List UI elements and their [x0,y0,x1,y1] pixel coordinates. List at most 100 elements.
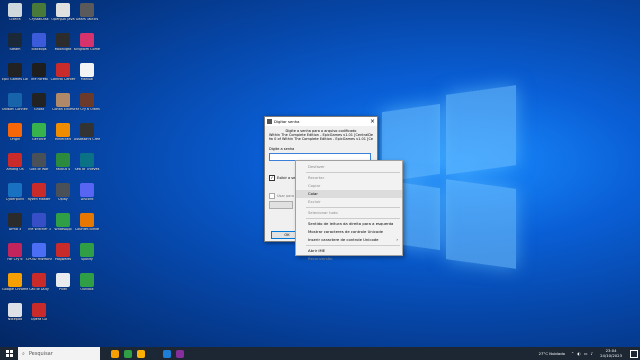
menu-item[interactable]: Abrir IME [296,247,402,255]
menu-separator [306,207,400,208]
desktop-shortcut[interactable]: Arma 3 [2,213,28,232]
desktop-shortcut[interactable]: Kingdom Come [74,33,100,52]
desktop-shortcut[interactable]: CrystalDisk [26,3,52,22]
menu-item[interactable]: Colar [296,190,402,198]
weather-widget[interactable]: 27°C Nublado [539,351,565,356]
taskbar-search[interactable]: ⌕ Pesquisar [18,347,100,360]
clock-date: 24/10/2023 [600,352,622,358]
desktop-icon-grid: Lixeira CrystalDisk OpenJDK Java Gears Tact… [0,0,110,340]
desktop-shortcut[interactable]: Ryzen Master [26,183,52,202]
shortcut-icon [8,123,22,137]
shortcut-icon [32,63,46,77]
desktop-shortcut[interactable]: Minecraft [50,123,76,142]
desktop-shortcut[interactable]: Sea of Thieves [74,153,100,172]
organize-passwords-button[interactable] [269,200,293,209]
app-glyph [110,349,119,358]
desktop-shortcut[interactable]: Call of Duty [26,273,52,292]
desktop-shortcut[interactable]: Outlook [74,273,100,292]
shortcut-label: Ubisoft Connect [2,108,28,111]
desktop-shortcut[interactable]: Pixel [50,273,76,292]
shortcut-icon [80,183,94,197]
desktop-shortcut[interactable]: Hogwarts [50,243,76,262]
desktop-shortcut[interactable]: Epic Games Launcher [2,63,28,82]
desktop-shortcut[interactable]: Cyberpunk [2,183,28,202]
desktop-shortcut[interactable]: Ubisoft Connect [2,93,28,112]
shortcut-icon [56,63,70,77]
menu-item[interactable]: Mostrar caracteres de controle Unicode [296,228,402,236]
desktop-shortcut[interactable]: Opera GX [26,303,52,322]
desktop-shortcut[interactable]: Counter-Strike [74,213,100,232]
desktop-shortcut[interactable]: GeForce [26,123,52,142]
shortcut-icon [56,153,70,167]
shortcut-label: Control Center [50,78,76,81]
shortcut-icon [80,93,94,107]
file-explorer-icon[interactable] [134,347,147,360]
desktop-shortcut[interactable]: Spotify [74,243,100,262]
desktop-shortcut[interactable]: Origin [2,123,28,142]
shortcut-icon [56,243,70,257]
desktop-shortcut[interactable]: Gears Tactics [74,3,100,22]
desktop-shortcut[interactable]: Lixeira [2,3,28,22]
shortcut-icon [32,183,46,197]
shortcut-label: God of War [29,168,49,171]
app-glyph [175,349,184,358]
shortcut-icon [56,123,70,137]
whatsapp-icon[interactable] [121,347,134,360]
desktop-shortcut[interactable]: Steam [2,33,28,52]
menu-item-label: Sentido de leitura da direita para a esq… [308,221,394,226]
shortcut-label: Fallout 4 [55,168,71,171]
desktop-shortcut[interactable]: Notepad [2,303,28,322]
shortcut-icon [80,243,94,257]
edge-icon[interactable] [160,347,173,360]
desktop-shortcut[interactable]: God of War [26,153,52,172]
desktop-shortcut[interactable]: Ghost [26,93,52,112]
shortcut-label: Gears Tactics [75,18,99,21]
shortcut-icon [8,33,22,47]
checkbox-empty-icon [269,192,275,199]
winrar-icon[interactable] [173,347,186,360]
desktop-shortcut[interactable]: Conan Exiles [50,93,76,112]
desktop-shortcut[interactable]: The Witcher 3 [26,213,52,232]
shortcut-icon [8,3,22,17]
start-button[interactable] [0,347,18,360]
menu-item[interactable]: Inserir caractere de controle Unicode › [296,236,402,244]
notification-icon[interactable] [630,349,638,358]
desktop-shortcut[interactable]: Far Cry 6 Ultimate [74,93,100,112]
desktop-shortcut[interactable]: CPUID HWMonitor [26,243,52,262]
tray-icons[interactable]: ⌃ ◐ ▭ ♪ [571,351,594,356]
desktop-shortcut[interactable]: Among Us [2,153,28,172]
menu-item-label: Desfazer [308,164,325,169]
menu-item-label: Excluir [308,199,321,204]
shortcut-label: Kingdom Come [74,48,100,51]
desktop-shortcut[interactable]: Moonlight [50,33,76,52]
shortcut-label: Spotify [81,258,93,261]
desktop-shortcut[interactable]: Control Center [50,63,76,82]
desktop-shortcut[interactable]: OpenJDK Java [50,3,76,22]
desktop-shortcut[interactable]: Assassin's Creed Valhalla [74,123,100,142]
desktop-shortcut[interactable]: Discord [74,183,100,202]
shortcut-label: The Witcher 3 [27,228,51,231]
shortcut-icon [32,123,46,137]
steam-icon[interactable] [147,347,160,360]
shortcut-label: Outlook [80,288,94,291]
shortcut-label: Far Cry 6 [7,258,23,261]
shortcut-icon [80,273,94,287]
taskbar: ⌕ Pesquisar 27°C Nublado ⌃ ◐ ▭ ♪ 23:04 2… [0,347,640,360]
desktop-shortcut[interactable]: Far Cry 6 [2,243,28,262]
desktop-shortcut[interactable]: Google Chrome [2,273,28,292]
desktop-shortcut[interactable]: Blackops [26,33,52,52]
menu-item[interactable]: Sentido de leitura da direita para a esq… [296,220,402,228]
desktop-shortcut[interactable]: Fallout 4 [50,153,76,172]
chrome-icon[interactable] [108,347,121,360]
shortcut-label: Among Us [6,168,24,171]
desktop-shortcut[interactable]: WhatsApp [50,213,76,232]
shortcut-label: Conan Exiles [52,108,74,111]
clock[interactable]: 23:04 24/10/2023 [600,348,622,358]
dialog-titlebar[interactable]: Digitar senha × [265,117,377,126]
desktop-shortcut[interactable]: Uplay [50,183,76,202]
menu-separator [306,218,400,219]
shortcut-icon [32,153,46,167]
desktop-shortcut[interactable]: Manual [74,63,100,82]
close-icon[interactable]: × [370,118,375,125]
desktop-shortcut[interactable]: The Forest [26,63,52,82]
